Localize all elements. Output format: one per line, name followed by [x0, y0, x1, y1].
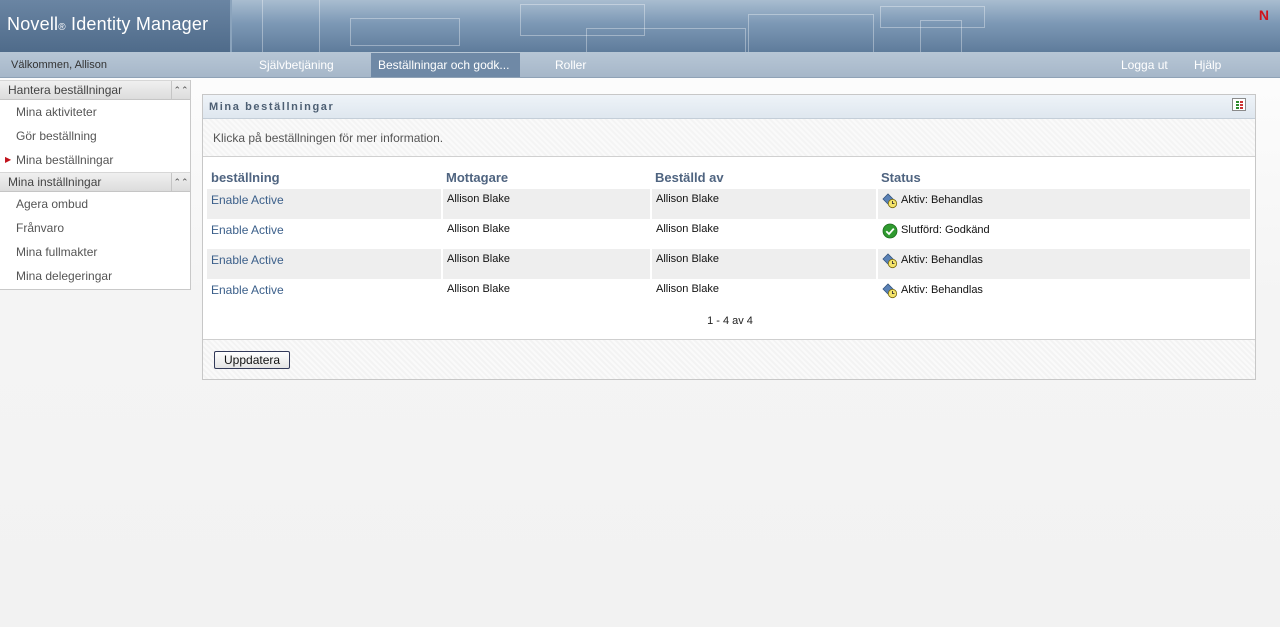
customize-columns-icon[interactable] — [1232, 98, 1246, 111]
cell-request: Enable Active — [207, 249, 442, 279]
request-link[interactable]: Enable Active — [211, 283, 284, 297]
cell-requested-by: Allison Blake — [650, 219, 877, 249]
request-link[interactable]: Enable Active — [211, 223, 284, 237]
cell-status: Aktiv: Behandlas — [876, 189, 1250, 219]
table-row: Enable Active Allison Blake Allison Blake A… — [207, 279, 1250, 309]
panel-footer: Uppdatera — [203, 339, 1255, 379]
collapse-up-icon[interactable]: ⌃⌃ — [171, 173, 190, 192]
pager: 1 - 4 av 4 — [707, 315, 753, 327]
tab-requests-approvals[interactable]: Beställningar och godk... — [371, 53, 520, 77]
sidebar-item-label: Mina fullmakter — [16, 245, 98, 259]
cell-requested-by: Allison Blake — [650, 279, 877, 309]
cell-recipient: Allison Blake — [441, 249, 651, 279]
status-text: Slutförd: Godkänd — [901, 224, 990, 236]
column-header-recipient[interactable]: Mottagare — [442, 165, 651, 189]
cell-status: Slutförd: Godkänd — [876, 219, 1250, 249]
status-text: Aktiv: Behandlas — [901, 194, 983, 206]
collapse-up-icon[interactable]: ⌃⌃ — [171, 81, 190, 100]
table-row: Enable Active Allison Blake Allison Blake S… — [207, 219, 1250, 249]
table-row: Enable Active Allison Blake Allison Blake A… — [207, 189, 1250, 219]
cell-request: Enable Active — [207, 189, 442, 219]
sidebar-item-label: Mina delegeringar — [16, 269, 113, 283]
cell-status: Aktiv: Behandlas — [876, 249, 1250, 279]
sidebar-item-act-as-proxy[interactable]: Agera ombud — [0, 192, 190, 216]
welcome-text: Välkommen, Allison — [11, 59, 107, 71]
sidebar-item-availability[interactable]: Frånvaro — [0, 216, 190, 240]
cell-recipient: Allison Blake — [441, 279, 651, 309]
pending-clock-icon — [882, 253, 898, 272]
pending-clock-icon — [882, 193, 898, 212]
tab-roles[interactable]: Roller — [548, 53, 593, 77]
approved-check-icon — [882, 223, 898, 242]
sidebar-item-label: Agera ombud — [16, 197, 89, 211]
sidebar-item-label: Mina beställningar — [16, 153, 114, 167]
instructions: Klicka på beställningen för mer informat… — [203, 119, 1255, 157]
sidebar-item-label: Mina aktiviteter — [16, 105, 97, 119]
tab-self-service[interactable]: Självbetjäning — [252, 53, 341, 77]
sidebar-section-my-settings: Mina inställningar ⌃⌃ — [0, 172, 190, 192]
sidebar: Hantera beställningar ⌃⌃ Mina aktivitete… — [0, 80, 191, 290]
cell-recipient: Allison Blake — [441, 189, 651, 219]
sidebar-section-title: Mina inställningar — [8, 175, 102, 189]
cell-status: Aktiv: Behandlas — [876, 279, 1250, 309]
cell-requested-by: Allison Blake — [650, 189, 877, 219]
logout-link[interactable]: Logga ut — [1121, 58, 1168, 72]
panel-title: Mina beställningar — [209, 101, 335, 113]
app-title: Novell® Identity Manager — [7, 14, 208, 35]
panel-header: Mina beställningar — [203, 95, 1255, 119]
top-nav: Välkommen, Allison Självbetjäning Bestäl… — [0, 52, 1280, 78]
refresh-button[interactable]: Uppdatera — [214, 351, 291, 369]
cell-requested-by: Allison Blake — [650, 249, 877, 279]
column-header-status[interactable]: Status — [877, 165, 1250, 189]
request-link[interactable]: Enable Active — [211, 193, 284, 207]
sidebar-item-make-request[interactable]: Gör beställning — [0, 124, 190, 148]
product-name: Identity Manager — [71, 14, 209, 34]
my-requests-panel: Mina beställningar Klicka på beställning… — [202, 94, 1256, 380]
status-text: Aktiv: Behandlas — [901, 284, 983, 296]
novell-logo-icon: N — [1258, 7, 1269, 23]
sidebar-item-label: Frånvaro — [16, 221, 65, 235]
column-header-request[interactable]: beställning — [207, 165, 442, 189]
pending-clock-icon — [882, 283, 898, 302]
registered-mark: ® — [58, 22, 66, 33]
brand-name: Novell — [7, 14, 59, 34]
help-link[interactable]: Hjälp — [1194, 58, 1221, 72]
sidebar-item-my-proxies[interactable]: Mina fullmakter — [0, 240, 190, 264]
status-text: Aktiv: Behandlas — [901, 254, 983, 266]
sidebar-item-my-delegations[interactable]: Mina delegeringar — [0, 264, 190, 288]
selected-arrow-icon: ▶ — [5, 155, 12, 164]
cell-request: Enable Active — [207, 219, 442, 249]
sidebar-section-title: Hantera beställningar — [8, 83, 123, 97]
cell-recipient: Allison Blake — [441, 219, 651, 249]
requests-table: beställning Mottagare Beställd av Status… — [207, 165, 1250, 309]
sidebar-item-label: Gör beställning — [16, 129, 97, 143]
sidebar-item-my-activities[interactable]: Mina aktiviteter — [0, 100, 190, 124]
column-header-requested-by[interactable]: Beställd av — [651, 165, 877, 189]
request-link[interactable]: Enable Active — [211, 253, 284, 267]
cell-request: Enable Active — [207, 279, 442, 309]
table-row: Enable Active Allison Blake Allison Blake A… — [207, 249, 1250, 279]
sidebar-item-my-requests[interactable]: ▶ Mina beställningar — [0, 148, 190, 172]
sidebar-section-manage-requests: Hantera beställningar ⌃⌃ — [0, 80, 190, 100]
table-header-row: beställning Mottagare Beställd av Status — [207, 165, 1250, 189]
header-banner: Novell® Identity Manager N — [0, 0, 1280, 52]
